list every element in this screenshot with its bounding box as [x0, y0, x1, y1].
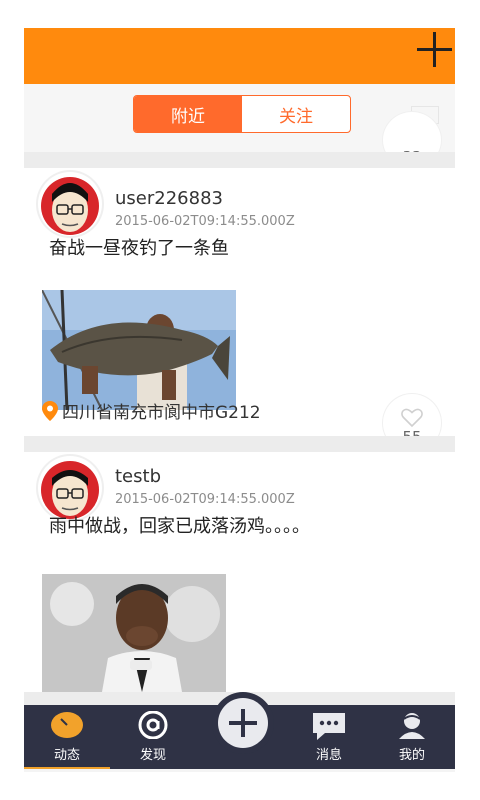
post-photo[interactable] [42, 290, 236, 410]
segmented-tabs: 附近 关注 [133, 95, 351, 133]
feed-post-2: testb 2015-06-02T09:14:55.000Z 雨中做战，回家已成… [24, 452, 455, 692]
location-pin-icon [42, 400, 58, 421]
location-text: 四川省南充市阆中市G212 [62, 403, 261, 423]
avatar[interactable] [38, 172, 102, 236]
tab-following[interactable]: 关注 [242, 96, 350, 132]
heart-icon [401, 408, 423, 428]
feed-divider [24, 436, 455, 452]
post-username[interactable]: testb [115, 466, 161, 487]
nav-home[interactable]: 动态 [24, 705, 110, 769]
nav-mine-label: 我的 [398, 748, 425, 763]
nav-discover[interactable]: 发现 [110, 705, 196, 769]
tab-nearby[interactable]: 附近 [134, 96, 242, 132]
post-timestamp: 2015-06-02T09:14:55.000Z [115, 492, 295, 507]
chat-icon [313, 713, 345, 740]
nav-home-label: 动态 [53, 748, 80, 763]
top-bar [24, 28, 455, 84]
post-text: 奋战一昼夜钓了一条鱼 [49, 238, 229, 259]
nav-messages[interactable]: 消息 [286, 705, 372, 769]
post-username[interactable]: user226883 [115, 188, 223, 209]
app-screen: 附近 关注 33 user226883 2015-06-02T09:14:55.… [24, 28, 455, 772]
user-icon [399, 713, 425, 739]
post-text: 雨中做战，回家已成落汤鸡。。。。 [49, 516, 310, 537]
center-add-button[interactable] [212, 692, 274, 754]
plus-icon [218, 698, 268, 748]
at-icon [138, 711, 168, 739]
feed-post-1: user226883 2015-06-02T09:14:55.000Z 奋战一昼… [24, 168, 455, 452]
add-plus-icon[interactable] [415, 30, 455, 70]
nav-messages-label: 消息 [315, 748, 342, 763]
post-location[interactable]: 四川省南充市阆中市G212 [42, 398, 261, 423]
post-timestamp: 2015-06-02T09:14:55.000Z [115, 214, 295, 229]
feed-divider [24, 152, 455, 168]
nav-mine[interactable]: 我的 [369, 705, 455, 769]
post-photo[interactable] [42, 574, 226, 692]
nav-discover-label: 发现 [139, 748, 166, 763]
avatar[interactable] [38, 456, 102, 520]
clock-icon [51, 712, 83, 738]
